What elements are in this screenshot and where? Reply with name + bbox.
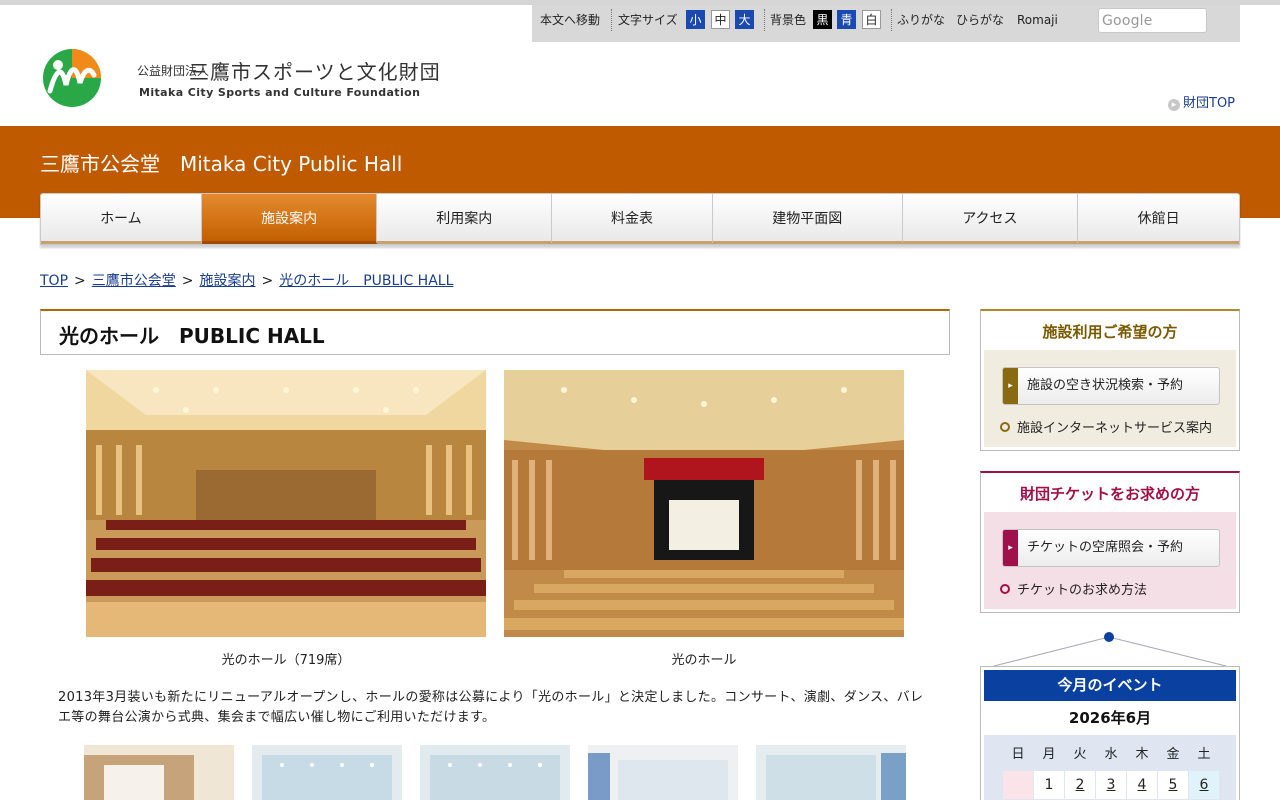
calendar-dow: 水 [1104,747,1118,762]
ticket-purchase-label: チケットのお求め方法 [1017,583,1148,598]
logo-org-name-en: Mitaka City Sports and Culture Foundatio… [139,86,421,99]
ticket-box: 財団チケットをお求めの方 ▸ チケットの空席照会・予約 チケットのお求め方法 [980,471,1240,613]
page-title-box: 光のホール PUBLIC HALL [40,309,950,355]
photo-caption: 光のホール（719席） [221,653,351,668]
skip-to-content-link[interactable]: 本文へ移動 [540,11,600,29]
background-color-label: 背景色 [770,13,807,27]
facility-box-body: ▸ 施設の空き状況検索・予約 施設インターネットサービス案内 [984,350,1236,447]
utility-bar: 本文へ移動 文字サイズ 小 中 大 背景色 黒 青 白 ふりがな ひらがな Ro… [532,5,1240,42]
hall-seating-photo [86,370,486,637]
calendar-heading: 今月のイベント [984,670,1236,701]
nav-closed-days[interactable]: 休館日 [1078,194,1239,244]
bullet-ring-icon [1000,422,1010,432]
facility-box-heading: 施設利用ご希望の方 [1042,323,1178,341]
calendar-dow: 木 [1135,747,1149,762]
event-calendar: 今月のイベント 2026年6月 日 月 火 水 木 金 土 1 2 3 4 5 … [980,666,1240,800]
calendar-dow: 月 [1042,747,1056,762]
calendar-day-event[interactable]: 2 [1065,771,1095,799]
page-title: 光のホール PUBLIC HALL [59,324,325,348]
breadcrumb-separator: > [74,273,86,289]
nav-usage-guide[interactable]: 利用案内 [377,194,553,244]
chevron-right-icon: ▸ [1003,530,1018,566]
breadcrumb: TOP > 三鷹市公会堂 > 施設案内 > 光のホール PUBLIC HALL [40,270,453,290]
ticket-availability-label: チケットの空席照会・予約 [1027,540,1184,555]
furigana-button[interactable]: ふりがな [897,11,945,29]
logo-org-name: 三鷹市スポーツと文化財団 [189,60,441,84]
calendar-month: 2026年6月 [1068,709,1152,727]
breadcrumb-separator: > [261,273,274,289]
chevron-right-icon: ▸ [1003,368,1018,404]
site-title: 三鷹市公会堂 Mitaka City Public Hall [40,152,403,176]
ticket-box-body: ▸ チケットの空席照会・予約 チケットのお求め方法 [984,512,1236,609]
facility-search-button[interactable]: ▸ 施設の空き状況検索・予約 [1002,367,1220,405]
hall-stage-photo [504,370,904,637]
foundation-top-label: 財団TOP [1183,96,1236,111]
calendar-day-event[interactable]: 3 [1096,771,1126,799]
facility-thumbnail[interactable] [756,745,906,800]
calendar-grid: 日 月 火 水 木 金 土 1 2 3 4 5 6 [984,735,1236,800]
facility-service-label: 施設インターネットサービス案内 [1017,421,1213,436]
breadcrumb-public-hall[interactable]: 三鷹市公会堂 [92,273,176,289]
nav-facilities[interactable]: 施設案内 [201,194,378,244]
font-size-small-button[interactable]: 小 [686,10,705,29]
nav-access[interactable]: アクセス [902,194,1079,244]
breadcrumb-separator: > [181,273,194,289]
divider [891,9,892,31]
breadcrumb-facilities[interactable]: 施設案内 [199,273,255,289]
search-placeholder: Google [1102,13,1153,29]
calendar-dow: 金 [1166,747,1180,762]
breadcrumb-top[interactable]: TOP [40,273,68,289]
foundation-top-link[interactable]: ▸ 財団TOP [1168,92,1235,111]
nav-floor-plan[interactable]: 建物平面図 [712,194,903,244]
site-search-input[interactable]: Google [1098,8,1207,33]
ticket-availability-button[interactable]: ▸ チケットの空席照会・予約 [1002,529,1220,567]
facility-thumbnail[interactable] [84,745,234,800]
calendar-dow: 土 [1197,747,1211,762]
divider [611,9,612,31]
font-size-label: 文字サイズ [618,13,678,27]
foundation-logo-icon[interactable] [42,47,102,109]
bg-white-button[interactable]: 白 [862,10,881,29]
calendar-day: 1 [1034,771,1064,799]
calendar-day [1003,771,1033,799]
arrow-right-icon: ▸ [1168,99,1180,111]
bullet-ring-icon [1000,584,1010,594]
bg-black-button[interactable]: 黒 [813,10,832,29]
nav-fees[interactable]: 料金表 [552,194,713,244]
facility-thumbnail[interactable] [252,745,402,800]
ticket-box-heading: 財団チケットをお求めの方 [1019,485,1200,503]
hiragana-button[interactable]: ひらがな [956,11,1004,29]
calendar-day-event[interactable]: 5 [1158,771,1188,799]
main-navigation: ホーム 施設案内 利用案内 料金表 建物平面図 アクセス 休館日 [40,193,1240,245]
photo-caption: 光のホール [671,653,737,668]
font-size-medium-button[interactable]: 中 [711,10,730,29]
bg-blue-button[interactable]: 青 [837,10,856,29]
font-size-large-button[interactable]: 大 [735,10,754,29]
calendar-day-event[interactable]: 4 [1127,771,1157,799]
calendar-dow: 火 [1073,747,1087,762]
facility-service-link[interactable]: 施設インターネットサービス案内 [1000,417,1212,436]
calendar-day-event[interactable]: 6 [1189,771,1219,799]
calendar-dow: 日 [1011,747,1025,762]
romaji-button[interactable]: Romaji [1017,11,1058,29]
facility-reservation-box: 施設利用ご希望の方 ▸ 施設の空き状況検索・予約 施設インターネットサービス案内 [980,309,1240,451]
facility-thumbnail[interactable] [588,745,738,800]
facility-thumbnail[interactable] [420,745,570,800]
calendar-hanger [993,632,1227,667]
ticket-purchase-link[interactable]: チケットのお求め方法 [1000,579,1147,598]
facility-search-label: 施設の空き状況検索・予約 [1027,378,1184,393]
hall-description: 2013年3月装いも新たにリニューアルオープンし、ホールの愛称は公募により「光の… [58,690,924,725]
divider [764,9,765,31]
breadcrumb-current[interactable]: 光のホール PUBLIC HALL [279,273,453,289]
nav-home[interactable]: ホーム [41,194,202,244]
